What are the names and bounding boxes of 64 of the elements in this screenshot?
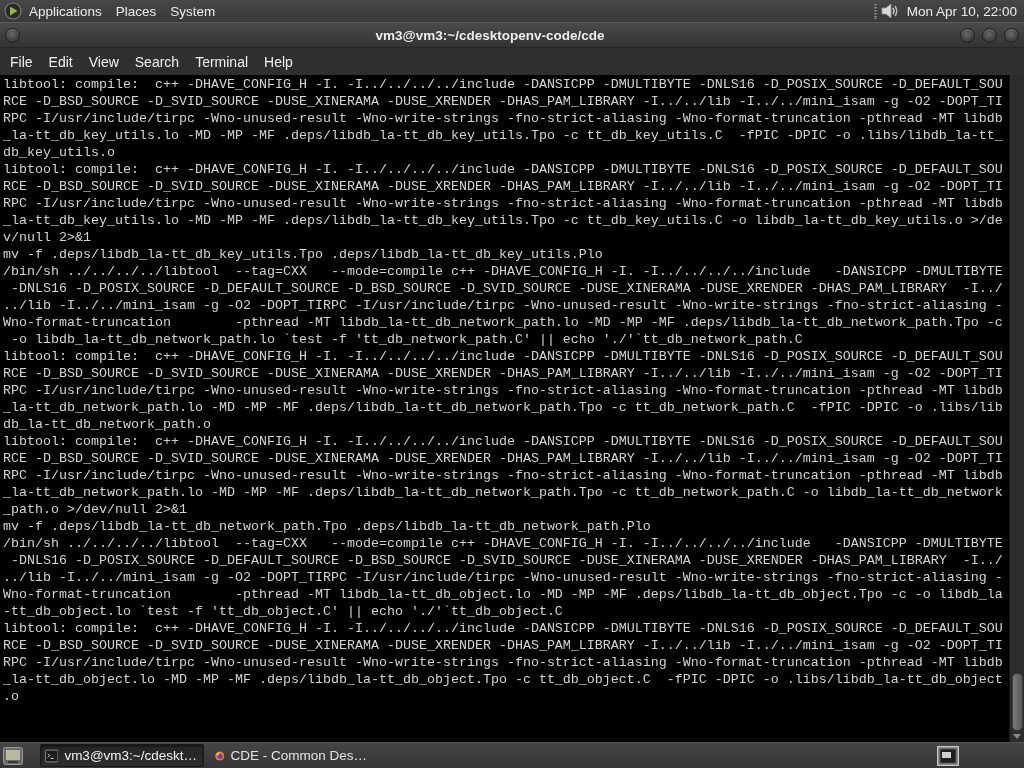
taskbar-button[interactable]: CDE - Common Des…: [210, 744, 374, 767]
terminal-line: RPC -I/usr/include/tirpc -Wno-unused-result -Wno-write-strings -fno-strict-aliasing -Wno-format-truncation -pthread -MT libdb: [3, 654, 1003, 671]
menu-item[interactable]: View: [80, 48, 127, 75]
terminal-line: RCE -D_BSD_SOURCE -D_SVID_SOURCE -DUSE_XINERAMA -DUSE_XRENDER -DHAS_PAM_LIBRARY -I../../lib -I../../mini_isam -g -O2 -DOPT_TI: [3, 93, 1003, 110]
terminal-line: RCE -D_BSD_SOURCE -D_SVID_SOURCE -DUSE_XINERAMA -DUSE_XRENDER -DHAS_PAM_LIBRARY -I../../lib -I../../mini_isam -g -O2 -DOPT_TI: [3, 365, 1003, 382]
terminal-icon: [45, 747, 59, 764]
scrollbar-thumb[interactable]: [1011, 673, 1023, 731]
close-button[interactable]: [1004, 27, 1019, 43]
terminal-line: db_key_utils.o: [3, 144, 115, 161]
terminal-line: RPC -I/usr/include/tirpc -Wno-unused-result -Wno-write-strings -fno-strict-aliasing -Wno-format-truncation -pthread -MT libdb: [3, 195, 1003, 212]
terminal-line: RCE -D_BSD_SOURCE -D_SVID_SOURCE -DUSE_XINERAMA -DUSE_XRENDER -DHAS_PAM_LIBRARY -I../../lib -I../../mini_isam -g -O2 -DOPT_TI: [3, 450, 1003, 467]
show-desktop-button[interactable]: [2, 744, 24, 767]
terminal-line: libtool: compile: c++ -DHAVE_CONFIG_H -I. -I../../../../include -DANSICPP -DMULTIBYTE -DNLS16 -D_POSIX_SOURCE -D_DEFAULT_SOU: [3, 161, 1003, 178]
menu-item[interactable]: Edit: [40, 48, 81, 75]
terminal-line: RPC -I/usr/include/tirpc -Wno-unused-result -Wno-write-strings -fno-strict-aliasing -Wno-format-truncation -pthread -MT libdb: [3, 110, 1003, 127]
menu-item[interactable]: Help: [256, 48, 301, 75]
menu-item[interactable]: Terminal: [187, 48, 257, 75]
drag-handle-icon: [873, 3, 877, 19]
scroll-down-arrow-icon[interactable]: [1013, 734, 1021, 739]
workspace-switcher-button[interactable]: [936, 744, 960, 767]
terminal-line: v/null 2>&1: [3, 229, 91, 246]
terminal-line: libtool: compile: c++ -DHAVE_CONFIG_H -I. -I../../../../include -DANSICPP -DMULTIBYTE -DNLS16 -D_POSIX_SOURCE -D_DEFAULT_SOU: [3, 620, 1003, 637]
play-logo-icon[interactable]: [4, 2, 22, 20]
terminal-line: RPC -I/usr/include/tirpc -Wno-unused-result -Wno-write-strings -fno-strict-aliasing -Wno-format-truncation -pthread -MT libdb: [3, 467, 1003, 484]
terminal-line: libtool: compile: c++ -DHAVE_CONFIG_H -I. -I../../../../include -DANSICPP -DMULTIBYTE -DNLS16 -D_POSIX_SOURCE -D_DEFAULT_SOU: [3, 76, 1003, 93]
terminal-line: _la-tt_db_key_utils.lo -MD -MP -MF .deps/libdb_la-tt_db_key_utils.Tpo -c tt_db_key_utils.C -fPIC -DPIC -o .libs/libdb_la-tt_: [3, 127, 1003, 144]
terminal-line: ../lib -I../../mini_isam -g -O2 -DOPT_TIRPC -I/usr/include/tirpc -Wno-unused-result -Wno-write-strings -fno-strict-aliasing -: [3, 569, 1003, 586]
menu-item[interactable]: File: [2, 48, 41, 75]
terminal-line: db_la-tt_db_network_path.o: [3, 416, 211, 433]
speaker-icon[interactable]: [879, 2, 900, 20]
taskbar-button[interactable]: vm3@vm3:~/cdeskt…: [40, 744, 204, 767]
terminal-line: RCE -D_BSD_SOURCE -D_SVID_SOURCE -DUSE_XINERAMA -DUSE_XRENDER -DHAS_PAM_LIBRARY -I../../lib -I../../mini_isam -g -O2 -DOPT_TI: [3, 178, 1003, 195]
desktop-icon: [3, 745, 23, 766]
panel-menu-item[interactable]: Places: [108, 0, 164, 22]
terminal-line: _la-tt_db_key_utils.lo -MD -MP -MF .deps/libdb_la-tt_db_key_utils.Tpo -c tt_db_key_utils.C -o libdb_la-tt_db_key_utils.o >/de: [3, 212, 1003, 229]
terminal-line: _la-tt_db_object.lo -MD -MP -MF .deps/libdb_la-tt_db_object.Tpo -c tt_db_object.C -fPIC -DPIC -o .libs/libdb_la-tt_db_object: [3, 671, 1003, 688]
terminal-line: RPC -I/usr/include/tirpc -Wno-unused-result -Wno-write-strings -fno-strict-aliasing -Wno-format-truncation -pthread -MT libdb: [3, 382, 1003, 399]
terminal-line: RCE -D_BSD_SOURCE -D_SVID_SOURCE -DUSE_XINERAMA -DUSE_XRENDER -DHAS_PAM_LIBRARY -I../../lib -I../../mini_isam -g -O2 -DOPT_TI: [3, 637, 1003, 654]
terminal-line: _la-tt_db_network_path.lo -MD -MP -MF .deps/libdb_la-tt_db_network_path.Tpo -c tt_db_network_path.C -fPIC -DPIC -o .libs/lib: [3, 399, 1003, 416]
terminal-line: libtool: compile: c++ -DHAVE_CONFIG_H -I. -I../../../../include -DANSICPP -DMULTIBYTE -DNLS16 -D_POSIX_SOURCE -D_DEFAULT_SOU: [3, 433, 1003, 450]
panel-menu-item[interactable]: Applications: [22, 0, 109, 22]
terminal-line: _la-tt_db_network_path.lo -MD -MP -MF .deps/libdb_la-tt_db_network_path.Tpo -c tt_db_network_path.C -o libdb_la-tt_db_network: [3, 484, 1003, 501]
terminal-line: .o: [3, 688, 19, 705]
minimize-button[interactable]: [960, 27, 975, 43]
terminal-line: ../lib -I../../mini_isam -g -O2 -DOPT_TIRPC -I/usr/include/tirpc -Wno-unused-result -Wno-write-strings -fno-strict-aliasing -: [3, 297, 1003, 314]
maximize-button[interactable]: [982, 27, 997, 43]
window-title: vm3@vm3:~/cdesktopenv-code/cde: [374, 27, 606, 43]
terminal-line: -o libdb_la-tt_db_network_path.lo `test -f 'tt_db_network_path.C' || echo './'`tt_db_network_path.C: [10, 331, 803, 348]
terminal-line: _path.o >/dev/null 2>&1: [3, 501, 187, 518]
terminal-line: /bin/sh ../../../../libtool --tag=CXX --mode=compile c++ -DHAVE_CONFIG_H -I. -I../../../../include -DANSICPP -DMULTIBYTE: [3, 535, 1003, 552]
terminal-line: Wno-format-truncation -pthread -MT libdb_la-tt_db_object.lo -MD -MP -MF .deps/libdb_la-tt_db_object.Tpo -c -o libdb_la: [3, 586, 1003, 603]
clock[interactable]: Mon Apr 10, 22:00: [899, 0, 1020, 22]
terminal-line: -DNLS16 -D_POSIX_SOURCE -D_DEFAULT_SOURCE -D_BSD_SOURCE -D_SVID_SOURCE -DUSE_XINERAMA -DUSE_XRENDER -DHAS_PAM_LIBRARY -I../: [10, 552, 1003, 569]
scrollbar[interactable]: [1009, 75, 1024, 742]
panel-menu-item[interactable]: System: [163, 0, 223, 22]
menu-item[interactable]: Search: [126, 48, 188, 75]
terminal-line: mv -f .deps/libdb_la-tt_db_key_utils.Tpo .deps/libdb_la-tt_db_key_utils.Plo: [3, 246, 603, 263]
terminal-line: -DNLS16 -D_POSIX_SOURCE -D_DEFAULT_SOURCE -D_BSD_SOURCE -D_SVID_SOURCE -DUSE_XINERAMA -DUSE_XRENDER -DHAS_PAM_LIBRARY -I../: [10, 280, 1003, 297]
terminal-line: Wno-format-truncation -pthread -MT libdb_la-tt_db_network_path.lo -MD -MP -MF .deps/libdb_la-tt_db_network_path.Tpo -c: [3, 314, 1003, 331]
terminal-line: libtool: compile: c++ -DHAVE_CONFIG_H -I. -I../../../../include -DANSICPP -DMULTIBYTE -DNLS16 -D_POSIX_SOURCE -D_DEFAULT_SOU: [3, 348, 1003, 365]
terminal-line: -tt_db_object.lo `test -f 'tt_db_object.C' || echo './'`tt_db_object.C: [3, 603, 563, 620]
window-menu-button[interactable]: [5, 27, 20, 43]
terminal-line: /bin/sh ../../../../libtool --tag=CXX --mode=compile c++ -DHAVE_CONFIG_H -I. -I../../../../include -DANSICPP -DMULTIBYTE: [3, 263, 1003, 280]
terminal-line: mv -f .deps/libdb_la-tt_db_network_path.Tpo .deps/libdb_la-tt_db_network_path.Plo: [3, 518, 651, 535]
